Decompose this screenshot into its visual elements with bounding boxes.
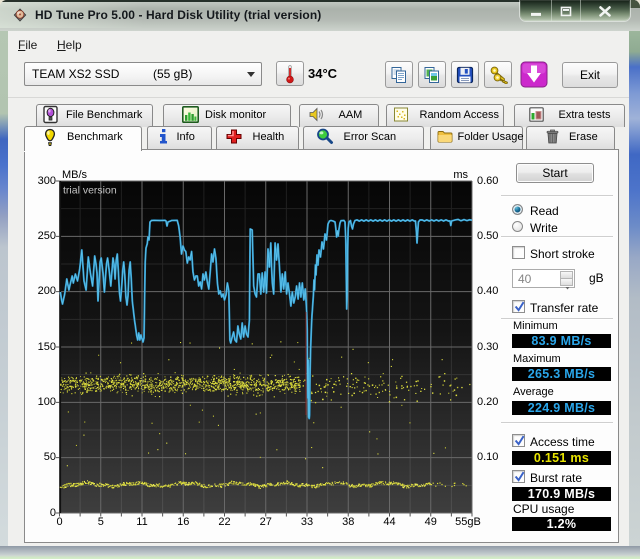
svg-text:trial version: trial version [63, 185, 117, 197]
